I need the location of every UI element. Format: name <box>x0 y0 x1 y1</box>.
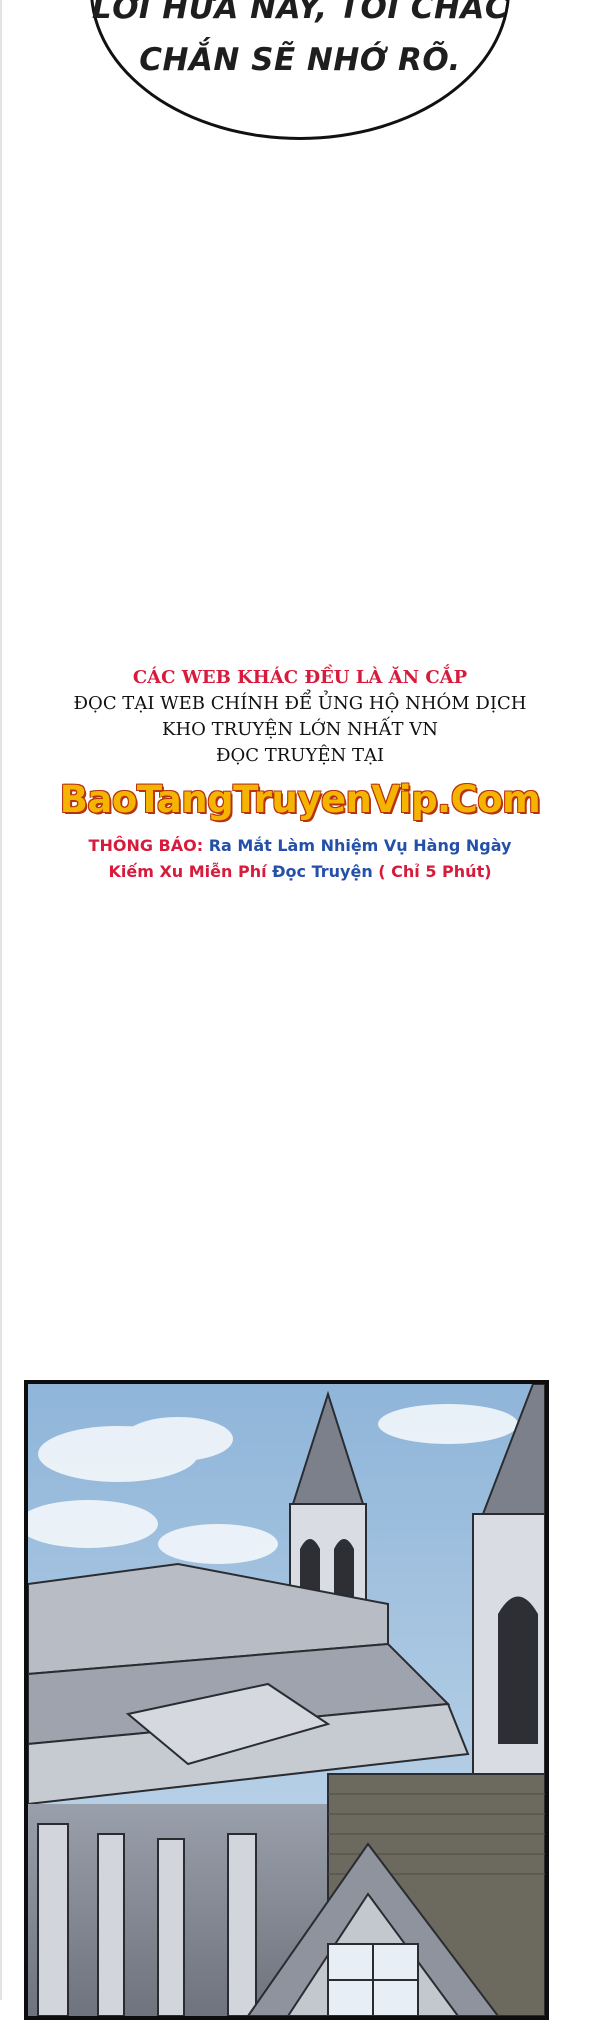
notice-largest-library: KHO TRUYỆN LỚN NHẤT VN <box>162 719 438 740</box>
castle-illustration <box>28 1384 545 2016</box>
notice-warning: CÁC WEB KHÁC ĐỀU LÀ ĂN CẮP <box>132 667 468 688</box>
site-name-link[interactable]: BaoTangTruyenVip.Com <box>0 777 600 823</box>
page-left-edge <box>0 0 2 2000</box>
announcement-read-comics: Đọc Truyện <box>272 862 373 881</box>
announcement-label: THÔNG BÁO: <box>88 836 204 855</box>
illustration-panel <box>24 1380 549 2020</box>
speech-bubble-line-1: LỜI HỨA NÀY, TÔI CHẮC <box>91 0 509 26</box>
comic-page: LỜI HỨA NÀY, TÔI CHẮC CHẮN SẼ NHỚ RÕ. CÁ… <box>0 0 600 2020</box>
notice-read-at-main-site: ĐỌC TẠI WEB CHÍNH ĐỂ ỦNG HỘ NHÓM DỊCH <box>73 693 527 714</box>
announcement-line-1: THÔNG BÁO: Ra Mắt Làm Nhiệm Vụ Hàng Ngày <box>0 833 600 859</box>
announcement-five-minutes: ( Chỉ 5 Phút) <box>378 862 492 881</box>
announcement-line-2: Kiếm Xu Miễn Phí Đọc Truyện ( Chỉ 5 Phút… <box>0 859 600 885</box>
translation-notice: CÁC WEB KHÁC ĐỀU LÀ ĂN CẮP ĐỌC TẠI WEB C… <box>0 665 600 885</box>
announcement: THÔNG BÁO: Ra Mắt Làm Nhiệm Vụ Hàng Ngày… <box>0 833 600 885</box>
notice-read-at: ĐỌC TRUYỆN TẠI <box>215 745 385 766</box>
announcement-daily-missions: Ra Mắt Làm Nhiệm Vụ Hàng Ngày <box>208 836 512 855</box>
announcement-free-coins: Kiếm Xu Miễn Phí <box>108 862 267 881</box>
speech-bubble-line-2: CHẮN SẼ NHỚ RÕ. <box>139 42 461 78</box>
